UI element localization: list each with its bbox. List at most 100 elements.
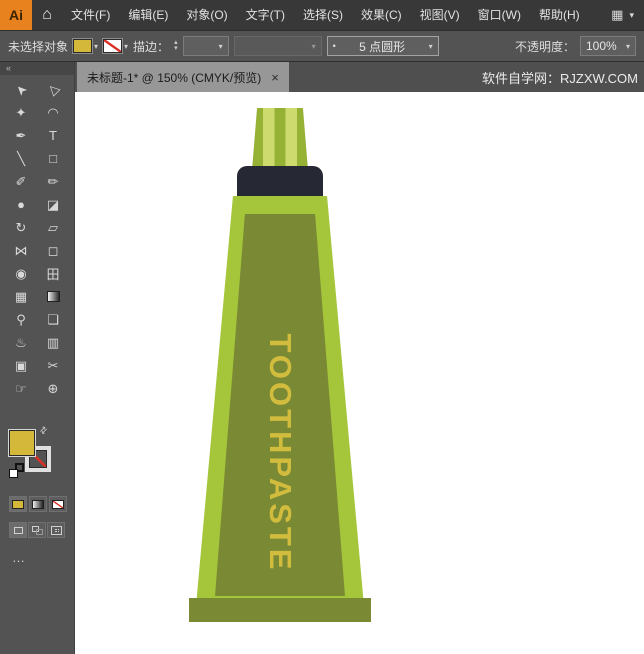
rectangle-tool[interactable]: □: [37, 147, 69, 170]
menu-effect[interactable]: 效果(C): [352, 0, 411, 30]
width-profile-select[interactable]: ▾: [234, 36, 322, 56]
symbol-sprayer-tool[interactable]: ♨: [5, 331, 37, 354]
paint-mode-buttons: [9, 496, 74, 512]
tab-close-icon[interactable]: ×: [271, 70, 279, 85]
edit-toolbar-ellipsis[interactable]: …: [12, 550, 74, 565]
workspace-icon: ▦: [611, 7, 623, 23]
tube-neck-stripes[interactable]: [252, 108, 308, 170]
lasso-icon: ◠: [47, 105, 58, 121]
pencil-tool[interactable]: ✏: [37, 170, 69, 193]
tube-cap[interactable]: [237, 166, 323, 200]
chevron-down-icon: ▾: [312, 42, 316, 51]
type-tool[interactable]: T: [37, 124, 69, 147]
menu-edit[interactable]: 编辑(E): [119, 0, 177, 30]
gradient-button[interactable]: [29, 496, 47, 512]
tools-panel: « ➤ ▷ ✦ ◠ ✒ T ╲ □ ✐ ✏ ● ◪ ↻ ▱ ⋈ ◻ ◉ 田 ▦ …: [0, 62, 75, 654]
fill-swatch[interactable]: [9, 430, 35, 456]
draw-behind-button[interactable]: [28, 522, 46, 538]
menu-file[interactable]: 文件(F): [62, 0, 119, 30]
chevron-down-icon: ▾: [429, 42, 433, 51]
menu-bar: Ai ⌂ 文件(F) 编辑(E) 对象(O) 文字(T) 选择(S) 效果(C)…: [0, 0, 644, 30]
scale-tool[interactable]: ▱: [37, 216, 69, 239]
menu-select[interactable]: 选择(S): [294, 0, 352, 30]
color-chip: [12, 500, 24, 509]
gradient-tool[interactable]: [37, 285, 69, 308]
fill-color-swatch[interactable]: [73, 39, 92, 53]
menu-help[interactable]: 帮助(H): [530, 0, 589, 30]
brush-preview-icon: •: [333, 41, 336, 51]
slice-tool[interactable]: ✂: [37, 354, 69, 377]
stepper-down-icon[interactable]: ▾: [174, 46, 178, 52]
swap-fill-stroke-icon[interactable]: ⇄: [37, 424, 50, 437]
paintbrush-tool[interactable]: ✐: [5, 170, 37, 193]
menu-view[interactable]: 视图(V): [411, 0, 469, 30]
slice-icon: ✂: [48, 358, 59, 374]
draw-inside-button[interactable]: [47, 522, 65, 538]
home-icon[interactable]: ⌂: [32, 0, 62, 30]
drawing-mode-buttons: [9, 522, 74, 538]
none-button[interactable]: [49, 496, 67, 512]
opacity-value: 100%: [586, 39, 617, 53]
stroke-none-swatch[interactable]: [103, 39, 122, 53]
selection-tool[interactable]: ➤: [5, 78, 37, 101]
line-segment-tool[interactable]: ╲: [5, 147, 37, 170]
artboard-icon: ▣: [15, 358, 27, 374]
chevron-down-icon: ▾: [629, 10, 634, 21]
blend-icon: ❏: [47, 312, 59, 328]
brush-definition-select[interactable]: • 5 点圆形 ▾: [327, 36, 439, 56]
gradient-chip: [32, 500, 44, 509]
artboard-tool[interactable]: ▣: [5, 354, 37, 377]
magic-wand-tool[interactable]: ✦: [5, 101, 37, 124]
collapse-panel-button[interactable]: «: [0, 62, 74, 75]
pen-tool[interactable]: ✒: [5, 124, 37, 147]
scale-icon: ▱: [48, 220, 58, 236]
rotate-tool[interactable]: ↻: [5, 216, 37, 239]
type-icon: T: [49, 128, 57, 143]
direct-selection-arrow-icon: ▷: [44, 80, 62, 98]
menu-window[interactable]: 窗口(W): [469, 0, 530, 30]
column-graph-icon: ▥: [47, 335, 59, 351]
workspace-switcher[interactable]: ▦ ▾: [611, 7, 644, 23]
menu-object[interactable]: 对象(O): [177, 0, 236, 30]
draw-normal-button[interactable]: [9, 522, 27, 538]
fill-color-control[interactable]: ▾: [73, 39, 98, 53]
stroke-weight-select[interactable]: ▾: [183, 36, 229, 56]
chevron-down-icon: ▾: [124, 42, 128, 51]
blob-brush-tool[interactable]: ●: [5, 193, 37, 216]
color-button[interactable]: [9, 496, 27, 512]
tube-label-text[interactable]: TOOTHPASTE: [262, 334, 298, 573]
opacity-select[interactable]: 100% ▾: [580, 36, 636, 56]
width-icon: ⋈: [15, 243, 28, 259]
column-graph-tool[interactable]: ▥: [37, 331, 69, 354]
shape-builder-tool[interactable]: ◉: [5, 262, 37, 285]
lasso-tool[interactable]: ◠: [37, 101, 69, 124]
stroke-color-control[interactable]: ▾: [103, 39, 128, 53]
eyedropper-icon: ⚲: [16, 312, 26, 328]
zoom-tool[interactable]: ⊕: [37, 377, 69, 400]
mesh-icon: ▦: [15, 289, 27, 305]
tube-base-strip[interactable]: [189, 598, 371, 622]
blend-tool[interactable]: ❏: [37, 308, 69, 331]
stroke-weight-stepper[interactable]: ▴ ▾: [174, 40, 178, 52]
control-bar: 未选择对象 ▾ ▾ 描边： ▴ ▾ ▾ ▾ • 5 点圆形 ▾ 不透明度： 10…: [0, 30, 644, 62]
free-transform-tool[interactable]: ◻: [37, 239, 69, 262]
brush-definition-value: 5 点圆形: [359, 38, 405, 55]
eyedropper-tool[interactable]: ⚲: [5, 308, 37, 331]
width-tool[interactable]: ⋈: [5, 239, 37, 262]
draw-inside-icon: [51, 526, 62, 535]
hand-tool[interactable]: ☞: [5, 377, 37, 400]
draw-normal-icon: [14, 527, 23, 534]
eraser-icon: ◪: [47, 197, 59, 213]
mesh-tool[interactable]: ▦: [5, 285, 37, 308]
artboard-canvas[interactable]: TOOTHPASTE: [75, 92, 644, 654]
document-tab[interactable]: 未标题-1* @ 150% (CMYK/预览) ×: [77, 62, 289, 92]
default-fill-stroke-button[interactable]: [9, 463, 25, 479]
none-chip: [52, 500, 64, 509]
perspective-grid-tool[interactable]: 田: [37, 262, 69, 285]
menu-type[interactable]: 文字(T): [237, 0, 294, 30]
chevron-down-icon: ▾: [626, 42, 630, 51]
chevron-down-icon: ▾: [219, 42, 223, 51]
eraser-tool[interactable]: ◪: [37, 193, 69, 216]
magic-wand-icon: ✦: [16, 105, 27, 121]
direct-selection-tool[interactable]: ▷: [37, 78, 69, 101]
